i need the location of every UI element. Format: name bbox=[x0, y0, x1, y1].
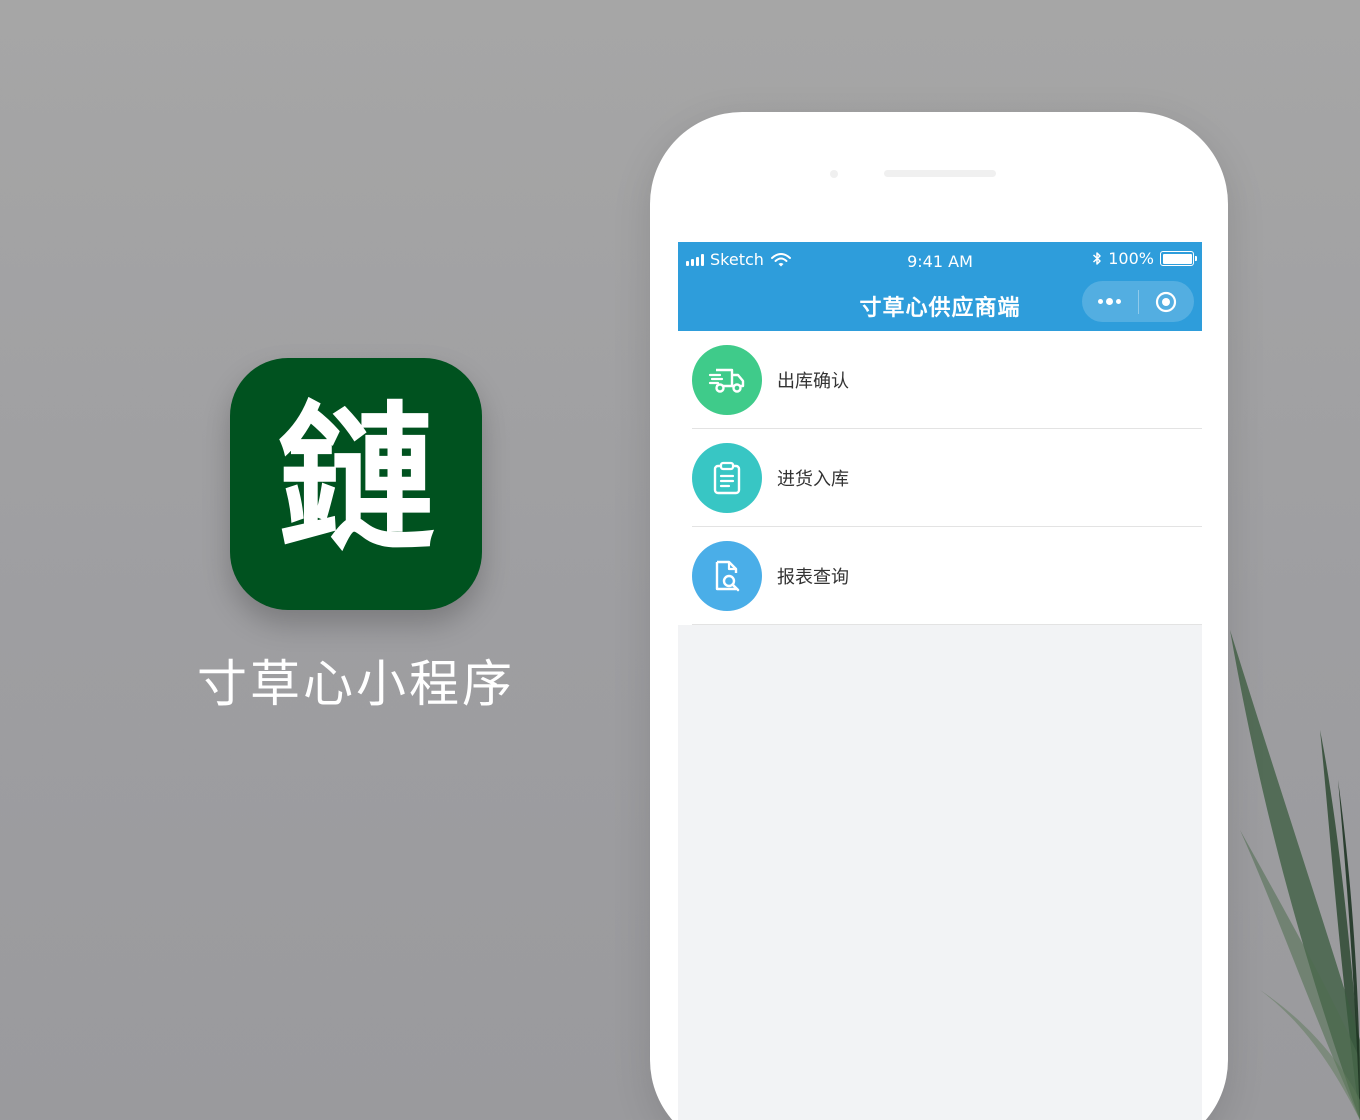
clipboard-icon bbox=[713, 461, 741, 495]
menu-icon-circle bbox=[692, 541, 762, 611]
close-target-icon bbox=[1156, 291, 1177, 312]
menu-label: 报表查询 bbox=[777, 567, 849, 588]
status-right: 100% bbox=[1092, 249, 1197, 268]
plant-decoration bbox=[1230, 630, 1360, 1120]
app-logo-glyph: 鏈 bbox=[277, 387, 435, 572]
delivery-truck-icon bbox=[708, 368, 745, 393]
menu-icon-circle bbox=[692, 443, 762, 513]
menu-item-report-query[interactable]: 报表查询 bbox=[678, 527, 1202, 625]
phone-camera bbox=[830, 170, 838, 178]
app-icon[interactable]: 鏈 bbox=[230, 358, 482, 610]
menu-label: 出库确认 bbox=[777, 371, 849, 392]
more-button[interactable] bbox=[1082, 281, 1138, 322]
phone-screen: Sketch 9:41 AM 100% 寸草心供应商端 出库确认 进货入库 报表… bbox=[678, 242, 1202, 1120]
phone-speaker bbox=[884, 170, 996, 177]
menu-item-stock-in[interactable]: 进货入库 bbox=[678, 429, 1202, 527]
menu-icon-circle bbox=[692, 345, 762, 415]
menu-list: 出库确认 进货入库 报表查询 bbox=[678, 331, 1202, 625]
close-button[interactable] bbox=[1139, 281, 1195, 322]
app-name: 寸草心小程序 bbox=[197, 655, 515, 713]
mini-program-capsule bbox=[1082, 281, 1194, 322]
battery-percent: 100% bbox=[1108, 249, 1154, 268]
more-icon bbox=[1098, 298, 1122, 305]
bluetooth-icon bbox=[1093, 252, 1101, 265]
battery-icon bbox=[1160, 251, 1197, 266]
document-search-icon bbox=[715, 560, 740, 592]
menu-label: 进货入库 bbox=[777, 469, 849, 490]
menu-item-outbound-confirm[interactable]: 出库确认 bbox=[678, 331, 1202, 429]
top-bar: Sketch 9:41 AM 100% 寸草心供应商端 bbox=[678, 242, 1202, 331]
